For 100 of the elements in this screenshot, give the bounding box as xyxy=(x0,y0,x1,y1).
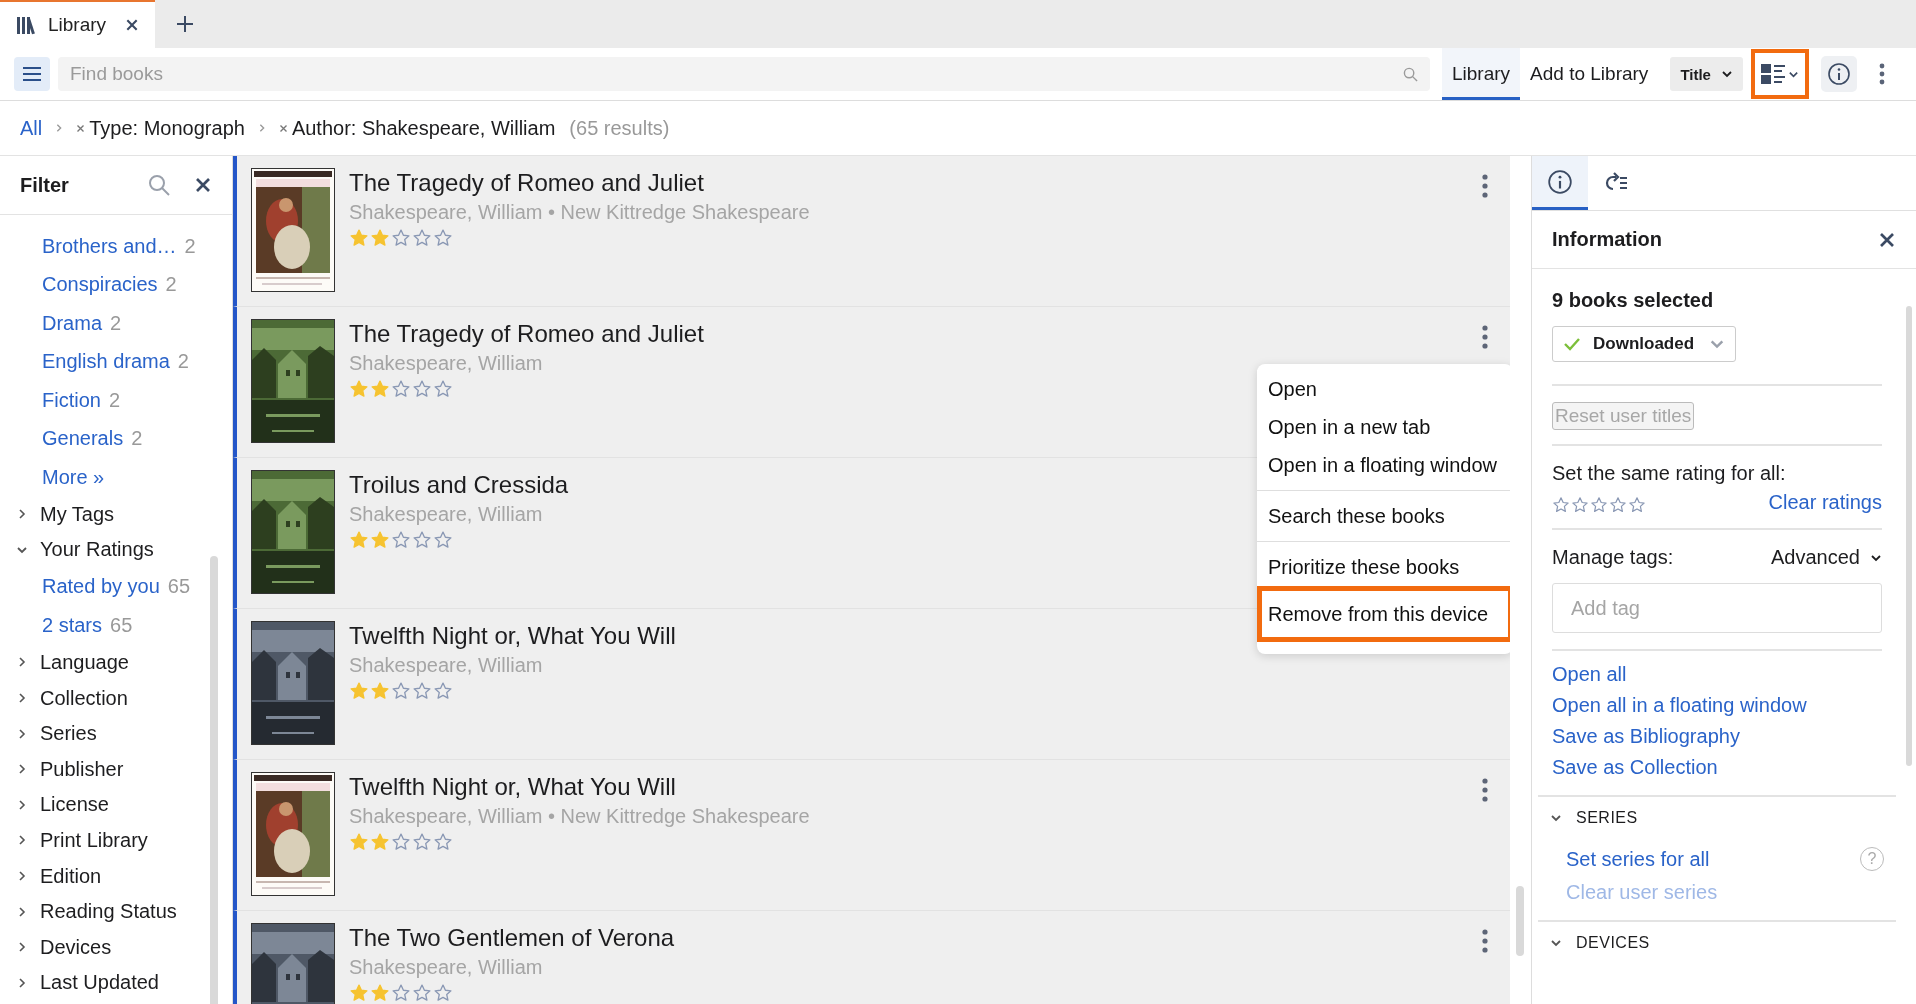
filled-star-icon xyxy=(349,681,369,701)
book-author: Shakespeare, William xyxy=(349,352,543,375)
filled-star-icon xyxy=(349,379,369,399)
filter-group[interactable]: Devices xyxy=(40,935,112,959)
filled-star-icon xyxy=(370,983,390,1003)
filter-group[interactable]: My Tags xyxy=(40,502,115,526)
item-count: 65 xyxy=(167,575,191,599)
chevron-right-icon xyxy=(16,727,28,740)
rating-label: Set the same rating for all: xyxy=(1552,462,1787,485)
empty-star-icon xyxy=(433,681,453,701)
book-title: The Tragedy of Romeo and Juliet xyxy=(349,169,704,197)
filter-group[interactable]: Print Library xyxy=(40,828,148,852)
filter-group[interactable]: Series xyxy=(40,722,97,746)
star-rating[interactable] xyxy=(349,681,453,701)
view-tab[interactable]: Library xyxy=(1442,48,1521,100)
action-link[interactable]: Save as Collection xyxy=(1552,756,1882,779)
search-field[interactable]: Find books xyxy=(58,57,1430,91)
filter-link[interactable]: Generals xyxy=(42,427,124,451)
filter-group[interactable]: Reading Status xyxy=(40,900,177,924)
close-icon[interactable] xyxy=(194,176,212,194)
filter-link[interactable]: English drama xyxy=(42,350,170,374)
menu-button[interactable] xyxy=(14,57,50,91)
book-title: Twelfth Night or, What You Will xyxy=(349,622,676,650)
empty-star-icon xyxy=(391,228,411,248)
star-rating[interactable] xyxy=(349,832,453,852)
filter-group[interactable]: Last Updated xyxy=(40,971,159,995)
filled-star-icon xyxy=(349,530,369,550)
item-count: 65 xyxy=(110,613,133,637)
star-rating[interactable] xyxy=(349,530,453,550)
book-author: Shakespeare, William • New Kittredge Shakespeare xyxy=(349,201,810,224)
item-count: 2 xyxy=(165,273,177,297)
book-row[interactable]: Twelfth Night or, What You Will Shakespeare, William • New Kittredge Shakespeare xyxy=(233,760,1510,911)
filter-link[interactable]: Drama xyxy=(42,311,102,335)
remove-icon[interactable] xyxy=(278,123,288,133)
filter-link[interactable]: More » xyxy=(42,465,105,489)
filter-link[interactable]: Fiction xyxy=(42,388,101,412)
filter-group[interactable]: Language xyxy=(40,651,129,674)
section-title[interactable]: DEVICES xyxy=(1576,934,1650,952)
kebab-icon xyxy=(1482,929,1488,953)
more-button[interactable] xyxy=(1878,63,1885,85)
status-dropdown[interactable]: Downloaded xyxy=(1552,326,1736,362)
filter-group[interactable]: License xyxy=(40,793,109,817)
action-link[interactable]: Save as Bibliography xyxy=(1552,725,1882,748)
book-row[interactable]: The Tragedy of Romeo and Juliet Shakespeare, William • New Kittredge Shakespeare xyxy=(233,156,1510,307)
item-count: 2 xyxy=(131,427,143,451)
scrollbar[interactable] xyxy=(210,556,218,1004)
search-icon[interactable] xyxy=(148,174,170,196)
menu-item[interactable]: Remove from this device xyxy=(1257,586,1510,642)
action-link[interactable]: Open all in a floating window xyxy=(1552,694,1882,717)
sort-dropdown[interactable]: Title xyxy=(1670,57,1743,91)
filled-star-icon xyxy=(370,530,390,550)
remove-icon[interactable] xyxy=(76,123,86,133)
empty-star-icon xyxy=(433,530,453,550)
filter-link[interactable]: Rated by you xyxy=(42,575,160,599)
info-button[interactable] xyxy=(1820,56,1857,92)
clear-ratings-link[interactable]: Clear ratings xyxy=(1768,491,1882,514)
chevron-right-icon xyxy=(16,798,28,811)
breadcrumb-filter[interactable]: Author: Shakespeare, William xyxy=(291,116,556,140)
star-rating[interactable] xyxy=(349,228,453,248)
browser-tab[interactable]: Library xyxy=(0,0,155,48)
close-icon[interactable] xyxy=(1878,230,1896,249)
star-rating[interactable] xyxy=(349,379,453,399)
mode-dropdown[interactable]: Advanced xyxy=(1771,546,1882,569)
book-title: The Tragedy of Romeo and Juliet xyxy=(349,320,704,348)
star-rating[interactable] xyxy=(1552,495,1646,514)
breadcrumb-link[interactable]: All xyxy=(20,116,43,140)
breadcrumb-filter[interactable]: Type: Monograph xyxy=(89,116,245,140)
star-rating[interactable] xyxy=(349,983,453,1003)
chevron-right-icon xyxy=(16,870,28,883)
filter-link[interactable]: 2 stars xyxy=(42,613,103,637)
filter-group[interactable]: Publisher xyxy=(40,757,124,781)
scrollbar[interactable] xyxy=(1516,886,1524,956)
view-mode-button[interactable] xyxy=(1750,49,1809,99)
filled-star-icon xyxy=(349,983,369,1003)
section-link[interactable]: Set series for all xyxy=(1566,847,1710,871)
item-count: 2 xyxy=(108,388,121,412)
empty-star-icon xyxy=(433,228,453,248)
item-count: 2 xyxy=(177,350,189,374)
filter-group[interactable]: Your Ratings xyxy=(40,538,154,562)
kebab-icon xyxy=(1482,174,1488,198)
filter-link[interactable]: Conspiracies xyxy=(42,273,158,297)
filter-group[interactable]: Collection xyxy=(40,686,128,710)
empty-star-icon xyxy=(433,379,453,399)
filled-star-icon xyxy=(349,228,369,248)
info-icon xyxy=(1547,168,1573,195)
filter-group[interactable]: Edition xyxy=(40,864,102,888)
panel-title: Information xyxy=(1552,228,1662,251)
scrollbar[interactable] xyxy=(1906,306,1912,766)
empty-star-icon xyxy=(412,530,432,550)
panel-tab[interactable] xyxy=(1532,156,1588,210)
section-title[interactable]: SERIES xyxy=(1576,809,1638,827)
tag-field[interactable]: Add tag xyxy=(1552,583,1882,633)
filter-link[interactable]: Brothers and… xyxy=(42,234,177,258)
filled-star-icon xyxy=(349,832,369,852)
empty-star-icon xyxy=(412,379,432,399)
chevron-right-icon xyxy=(16,508,28,521)
close-icon[interactable] xyxy=(125,18,139,32)
action-link[interactable]: Open all xyxy=(1552,663,1882,686)
item-count: 2 xyxy=(110,311,122,335)
plus-icon[interactable] xyxy=(175,14,195,34)
